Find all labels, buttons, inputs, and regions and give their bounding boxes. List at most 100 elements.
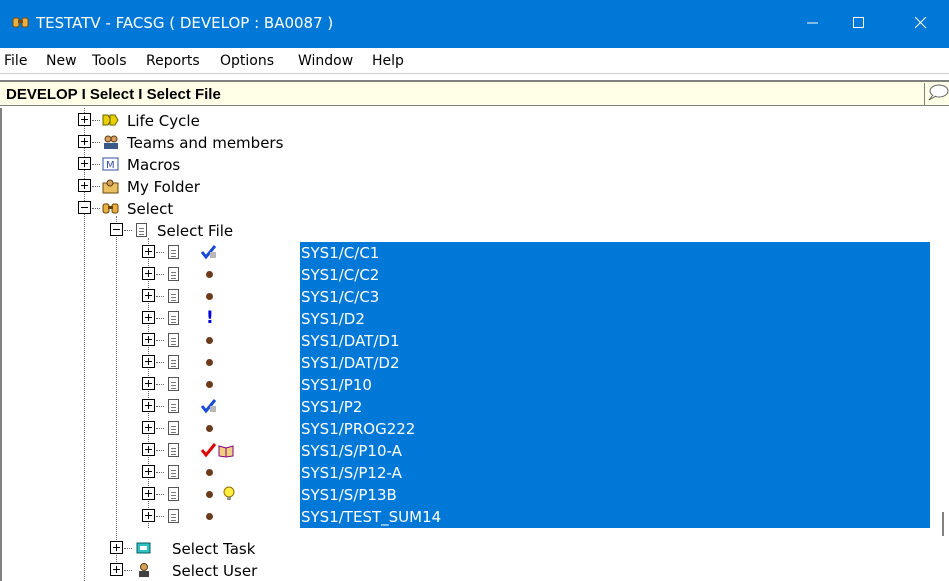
- file-name[interactable]: SYS1/S/P10-A: [300, 440, 930, 462]
- document-icon: [168, 311, 179, 325]
- status-dot-icon: [206, 425, 213, 432]
- collapse-toggle[interactable]: [110, 223, 123, 236]
- file-row[interactable]: SYS1/DAT/D1: [2, 330, 932, 352]
- tree-node-teams[interactable]: Teams and members: [2, 132, 402, 154]
- menu-file[interactable]: File: [4, 53, 27, 69]
- expand-toggle[interactable]: [78, 113, 91, 126]
- tree-node-label: Select File: [157, 222, 234, 240]
- expand-toggle[interactable]: [142, 487, 155, 500]
- menu-window[interactable]: Window: [298, 53, 353, 69]
- file-name[interactable]: SYS1/C/C1: [300, 242, 930, 264]
- file-row[interactable]: SYS1/C/C1: [2, 242, 932, 264]
- book-icon: [218, 445, 234, 458]
- expand-toggle[interactable]: [142, 509, 155, 522]
- expand-toggle[interactable]: [110, 563, 123, 576]
- file-name[interactable]: SYS1/DAT/D2: [300, 352, 930, 374]
- expand-toggle[interactable]: [142, 377, 155, 390]
- task-icon: [136, 542, 151, 554]
- document-icon: [136, 223, 147, 237]
- tree-node-label: My Folder: [127, 178, 200, 196]
- close-button[interactable]: [898, 0, 944, 46]
- file-name[interactable]: SYS1/P2: [300, 396, 930, 418]
- svg-text:M: M: [106, 160, 115, 171]
- menu-options[interactable]: Options: [220, 53, 274, 69]
- status-dot-icon: [206, 513, 213, 520]
- document-icon: [168, 509, 179, 523]
- document-icon: [168, 245, 179, 259]
- file-row[interactable]: SYS1/P2: [2, 396, 932, 418]
- tree-node-life-cycle[interactable]: Life Cycle: [2, 110, 402, 132]
- file-row[interactable]: ! SYS1/D2: [2, 308, 932, 330]
- exclamation-icon: !: [206, 308, 214, 328]
- macro-icon: M: [102, 157, 119, 171]
- expand-toggle[interactable]: [142, 289, 155, 302]
- file-row[interactable]: SYS1/P10: [2, 374, 932, 396]
- tree-node-my-folder[interactable]: My Folder: [2, 176, 402, 198]
- life-cycle-icon: [102, 114, 119, 126]
- menu-help[interactable]: Help: [372, 53, 404, 69]
- status-dot-icon: [206, 359, 213, 366]
- file-name[interactable]: SYS1/PROG222: [300, 418, 930, 440]
- file-name[interactable]: SYS1/TEST_SUM14: [300, 506, 930, 528]
- expand-toggle[interactable]: [78, 157, 91, 170]
- document-icon: [168, 289, 179, 303]
- tree-node-macros[interactable]: M Macros: [2, 154, 402, 176]
- expand-toggle[interactable]: [142, 333, 155, 346]
- expand-toggle[interactable]: [78, 179, 91, 192]
- tree-node-label: Select Task: [172, 540, 256, 558]
- team-members-icon: [104, 135, 118, 149]
- expand-toggle[interactable]: [142, 245, 155, 258]
- menu-reports[interactable]: Reports: [146, 53, 200, 69]
- menu-tools[interactable]: Tools: [92, 53, 127, 69]
- tree-node-select-user[interactable]: Select User: [2, 560, 402, 581]
- status-dot-icon: [206, 271, 213, 278]
- file-row[interactable]: SYS1/DAT/D2: [2, 352, 932, 374]
- scrollbar-thumb[interactable]: [942, 512, 944, 536]
- tree-node-label: Select User: [172, 562, 258, 580]
- expand-toggle[interactable]: [142, 355, 155, 368]
- file-name[interactable]: SYS1/P10: [300, 374, 930, 396]
- expand-toggle[interactable]: [142, 399, 155, 412]
- expand-toggle[interactable]: [78, 135, 91, 148]
- file-row[interactable]: SYS1/S/P13B: [2, 484, 932, 506]
- file-row[interactable]: SYS1/PROG222: [2, 418, 932, 440]
- window-title: TESTATV - FACSG ( DEVELOP : BA0087 ): [36, 14, 334, 32]
- menu-new[interactable]: New: [46, 53, 77, 69]
- file-name[interactable]: SYS1/S/P12-A: [300, 462, 930, 484]
- comment-button[interactable]: [924, 83, 949, 105]
- file-name[interactable]: SYS1/C/C3: [300, 286, 930, 308]
- file-row[interactable]: SYS1/C/C3: [2, 286, 932, 308]
- file-row[interactable]: SYS1/TEST_SUM14: [2, 506, 932, 528]
- tree-node-select-file[interactable]: Select File: [2, 220, 402, 242]
- maximize-icon: [853, 17, 864, 28]
- expand-toggle[interactable]: [142, 465, 155, 478]
- expand-toggle[interactable]: [142, 267, 155, 280]
- file-name[interactable]: SYS1/S/P13B: [300, 484, 930, 506]
- tree-node-select[interactable]: Select: [2, 198, 402, 220]
- document-icon: [168, 487, 179, 501]
- expand-toggle[interactable]: [142, 421, 155, 434]
- document-icon: [168, 399, 179, 413]
- status-dot-icon: [206, 469, 213, 476]
- file-row[interactable]: SYS1/C/C2: [2, 264, 932, 286]
- tree-node-label: Select: [127, 200, 174, 218]
- maximize-button[interactable]: [836, 0, 882, 46]
- expand-toggle[interactable]: [142, 443, 155, 456]
- file-name[interactable]: SYS1/DAT/D1: [300, 330, 930, 352]
- file-name[interactable]: SYS1/C/C2: [300, 264, 930, 286]
- minimize-icon: [807, 22, 818, 24]
- checked-blue-icon: [200, 245, 217, 260]
- expand-toggle[interactable]: [142, 311, 155, 324]
- collapse-toggle[interactable]: [78, 201, 91, 214]
- expand-toggle[interactable]: [110, 541, 123, 554]
- tree-node-select-task[interactable]: Select Task: [2, 538, 402, 560]
- context-path: DEVELOP I Select I Select File: [6, 86, 221, 103]
- file-row[interactable]: SYS1/S/P10-A: [2, 440, 932, 462]
- file-row[interactable]: SYS1/S/P12-A: [2, 462, 932, 484]
- file-name[interactable]: SYS1/D2: [300, 308, 930, 330]
- minimize-button[interactable]: [790, 0, 836, 46]
- my-folder-icon: [102, 179, 119, 194]
- user-icon: [139, 563, 149, 577]
- tree-view[interactable]: Life Cycle Teams and members M Macros My…: [0, 108, 949, 581]
- document-icon: [168, 443, 179, 457]
